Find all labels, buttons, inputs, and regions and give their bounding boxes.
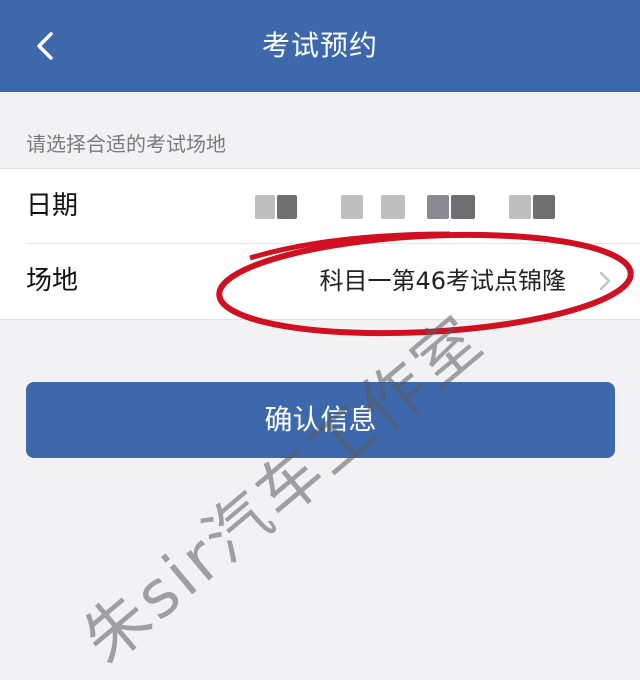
venue-value: 科目一第46考试点锦隆	[319, 267, 566, 295]
booking-form: 日期 场地 科目一第46考试点锦隆	[0, 168, 640, 320]
date-row[interactable]: 日期	[0, 169, 640, 244]
page-title: 考试预约	[261, 29, 378, 62]
date-value-redacted	[255, 195, 555, 219]
venue-label: 场地	[26, 266, 79, 296]
top-nav-bar: 考试预约	[0, 0, 640, 92]
confirm-info-button[interactable]: 确认信息	[26, 382, 615, 458]
date-label: 日期	[26, 191, 79, 221]
venue-row[interactable]: 场地 科目一第46考试点锦隆	[0, 244, 640, 318]
chevron-right-icon	[599, 271, 611, 291]
watermark-text: 朱sir汽车工作室	[69, 301, 499, 679]
venue-hint-text: 请选择合适的考试场地	[26, 132, 226, 156]
